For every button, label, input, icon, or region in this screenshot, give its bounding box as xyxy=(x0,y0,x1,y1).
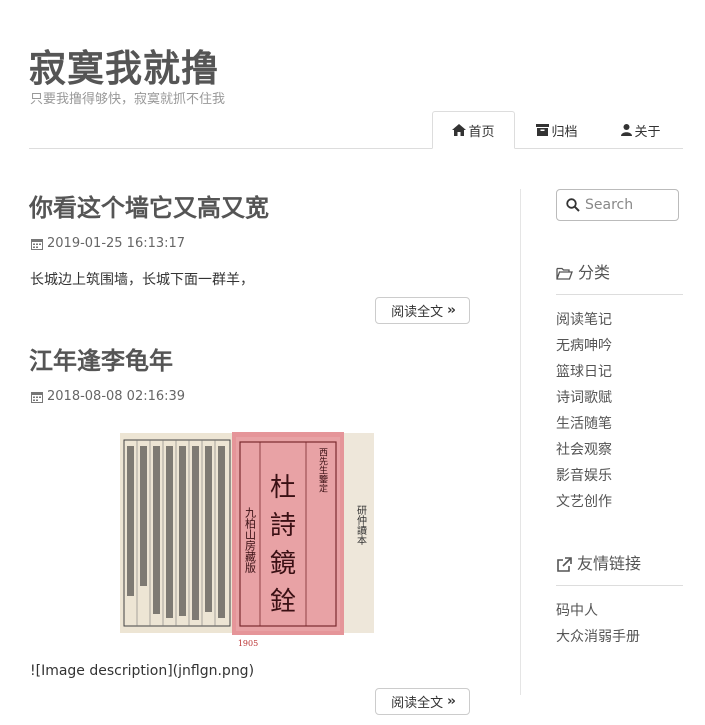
cover-title-char: 詩 xyxy=(270,511,296,541)
links-title-text: 友情链接 xyxy=(577,554,642,573)
categories-title-text: 分类 xyxy=(578,263,611,282)
main-nav: 首页 归档 关于 xyxy=(432,111,683,149)
category-link[interactable]: 社会观察 xyxy=(556,441,612,467)
categories-divider xyxy=(556,294,683,295)
nav-home[interactable]: 首页 xyxy=(432,111,515,149)
content-sidebar-divider xyxy=(520,189,521,695)
category-link[interactable]: 无病呻吟 xyxy=(556,337,612,363)
calendar-icon xyxy=(31,239,43,250)
links-widget-title: 友情链接 xyxy=(556,554,641,574)
folder-open-icon xyxy=(556,267,573,280)
read-more-label: 阅读全文 xyxy=(391,696,444,711)
category-link[interactable]: 阅读笔记 xyxy=(556,311,612,337)
cover-title-char: 銓 xyxy=(270,587,296,617)
post-date: 2018-08-08 02:16:39 xyxy=(31,389,185,405)
home-icon xyxy=(452,124,467,136)
book-cover-image: 杜 詩 鏡 銓 西先生鑒定 九柏山房藏版 研仲讀本 1905 xyxy=(120,432,374,648)
search-icon xyxy=(566,198,580,212)
links-divider xyxy=(556,585,683,586)
nav-about[interactable]: 关于 xyxy=(599,111,683,149)
post-excerpt: 长城边上筑围墙，长城下面一群羊， xyxy=(30,272,254,288)
nav-home-label: 首页 xyxy=(468,124,495,140)
category-link[interactable]: 篮球日记 xyxy=(556,363,612,389)
categories-list: 阅读笔记 无病呻吟 篮球日记 诗词歌赋 生活随笔 社会观察 影音娱乐 文艺创作 xyxy=(556,311,612,519)
image-caption: 1905 xyxy=(238,639,258,648)
categories-widget-title: 分类 xyxy=(556,263,610,283)
external-link-icon xyxy=(557,556,572,572)
site-title[interactable]: 寂寞我就撸 xyxy=(29,47,219,91)
user-icon xyxy=(621,124,633,136)
cover-stamp-text: 九柏山房藏版 xyxy=(244,507,257,574)
post-date-text: 2018-08-08 02:16:39 xyxy=(47,389,186,404)
cover-top-text: 西先生鑒定 xyxy=(317,447,328,493)
cover-title-char: 杜 xyxy=(270,473,296,503)
archive-icon xyxy=(536,124,550,136)
friend-links-list: 码中人 大众消弱手册 xyxy=(556,602,640,654)
site-description: 只要我撸得够快，寂寞就抓不住我 xyxy=(30,92,226,107)
read-more-button[interactable]: 阅读全文 ›› xyxy=(375,297,470,324)
nav-about-label: 关于 xyxy=(634,124,661,140)
post-date: 2019-01-25 16:13:17 xyxy=(31,236,185,252)
search-input[interactable] xyxy=(585,197,673,213)
post-title[interactable]: 你看这个墙它又高又宽 xyxy=(29,192,269,224)
category-link[interactable]: 文艺创作 xyxy=(556,493,612,519)
post-date-text: 2019-01-25 16:13:17 xyxy=(47,236,186,251)
double-chevron-right-icon: ›› xyxy=(447,694,456,709)
post-title[interactable]: 江年逢李龟年 xyxy=(29,345,173,377)
friend-link[interactable]: 码中人 xyxy=(556,602,640,628)
cover-title-char: 鏡 xyxy=(270,549,296,579)
side-label: 研仲讀本 xyxy=(355,505,367,546)
nav-archive-label: 归档 xyxy=(551,124,578,140)
friend-link[interactable]: 大众消弱手册 xyxy=(556,628,640,654)
calendar-icon xyxy=(31,392,43,403)
nav-archive[interactable]: 归档 xyxy=(515,111,599,149)
search-box[interactable] xyxy=(556,189,679,221)
read-more-label: 阅读全文 xyxy=(391,305,444,320)
post-excerpt: ![Image description](jnflgn.png) xyxy=(30,663,255,679)
read-more-button[interactable]: 阅读全文 ›› xyxy=(375,688,470,715)
double-chevron-right-icon: ›› xyxy=(447,303,456,318)
category-link[interactable]: 影音娱乐 xyxy=(556,467,612,493)
category-link[interactable]: 生活随笔 xyxy=(556,415,612,441)
category-link[interactable]: 诗词歌赋 xyxy=(556,389,612,415)
